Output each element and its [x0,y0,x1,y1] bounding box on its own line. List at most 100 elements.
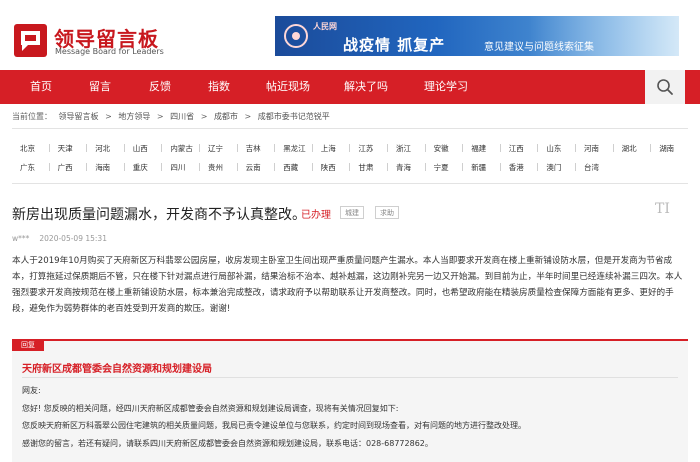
region-link[interactable]: 江西 [509,143,524,154]
breadcrumb-item[interactable]: 四川省 [170,112,194,121]
region-link[interactable]: 上海 [321,143,336,154]
region-separator [650,144,652,152]
region-link[interactable]: 甘肃 [358,162,373,173]
region-link[interactable]: 内蒙古 [170,143,193,154]
region-link[interactable]: 宁夏 [434,162,449,173]
site-logo[interactable]: 领导留言板 Message Board for Leaders [14,22,184,58]
reply-organization: 天府新区成都管委会自然资源和规划建设局 [22,364,212,375]
nav-item-feedback[interactable]: 反馈 [149,70,171,104]
reply-text-line: 感谢您的留言，若还有疑问，请联系四川天府新区成都管委会自然资源和规划建设局，联系… [22,439,433,448]
nav-item-home[interactable]: 首页 [30,70,52,104]
breadcrumb-separator: > [200,112,208,121]
region-separator [123,144,125,152]
banner-slogan: 战疫情 抓复产 [343,36,446,54]
font-size-toggle[interactable]: TI [655,201,670,217]
campaign-banner[interactable]: 人民网 战疫情 抓复产 意见建议与问题线索征集 [275,16,679,56]
region-link[interactable]: 广西 [58,162,73,173]
breadcrumb-item[interactable]: 地方领导 [118,112,150,121]
region-link[interactable]: 贵州 [208,162,223,173]
region-link[interactable]: 台湾 [584,162,599,173]
region-separator [424,144,426,152]
region-separator [48,163,50,171]
region-separator [387,144,388,152]
reply-tab: 回复 [12,339,44,351]
region-separator [462,163,464,171]
region-link[interactable]: 广东 [20,162,35,173]
region-link[interactable]: 河南 [584,143,599,154]
search-icon [657,79,673,95]
region-separator [86,144,88,152]
region-separator [161,144,163,152]
status-badge: 已办理 [301,210,331,221]
region-link[interactable]: 山东 [546,143,561,154]
region-link[interactable]: 湖南 [659,143,674,154]
region-link[interactable]: 天津 [58,143,73,154]
page: 领导留言板 Message Board for Leaders 人民网 战疫情 … [0,0,700,462]
region-link[interactable]: 山西 [133,143,148,154]
region-separator [274,144,276,152]
region-link[interactable]: 云南 [246,162,261,173]
region-separator [236,163,238,171]
nav-item-resolved[interactable]: 解决了吗 [344,70,388,104]
region-link[interactable]: 香港 [509,162,524,173]
divider [12,183,688,184]
region-link[interactable]: 福建 [471,143,486,154]
region-link[interactable]: 西藏 [283,162,298,173]
region-link[interactable]: 青海 [396,162,411,173]
region-link[interactable]: 陕西 [321,162,336,173]
breadcrumb-separator: > [156,112,164,121]
region-link[interactable]: 安徽 [434,143,449,154]
banner-subtitle: 意见建议与问题线索征集 [484,42,594,53]
region-link[interactable]: 江苏 [358,143,373,154]
region-separator [311,163,313,171]
region-link[interactable]: 湖北 [622,143,637,154]
region-separator [387,163,388,171]
site-subtitle: Message Board for Leaders [55,47,164,56]
region-link[interactable]: 黑龙江 [283,143,306,154]
region-link[interactable]: 辽宁 [208,143,223,154]
reply-text-line: 您好! 您反映的相关问题，经四川天府新区成都管委会自然资源和规划建设局调查，现将… [22,404,399,413]
region-link[interactable]: 河北 [95,143,110,154]
nav-item-index[interactable]: 指数 [208,70,230,104]
nav-item-messages[interactable]: 留言 [89,70,111,104]
banner-emblem-icon [284,24,308,48]
region-separator [462,144,464,152]
region-separator [349,163,351,171]
region-link[interactable]: 浙江 [396,143,411,154]
nav-item-theory[interactable]: 理论学习 [424,70,468,104]
region-separator [424,163,426,171]
breadcrumb: 当前位置： 领导留言板 > 地方领导 > 四川省 > 成都市 > 成都市委书记范… [12,111,334,122]
region-separator [537,163,539,171]
breadcrumb-item[interactable]: 成都市委书记范锐平 [258,112,330,121]
region-separator [161,163,163,171]
region-link[interactable]: 海南 [95,162,110,173]
reply-greeting: 网友: [22,386,41,395]
region-link[interactable]: 新疆 [471,162,486,173]
region-link[interactable]: 四川 [170,162,185,173]
region-link[interactable]: 吉林 [246,143,261,154]
main-nav: 首页 留言 反馈 指数 帖近现场 解决了吗 理论学习 [0,70,700,104]
region-separator [575,163,576,171]
divider [22,377,678,378]
site-header: 领导留言板 Message Board for Leaders 人民网 战疫情 … [0,0,700,70]
post-tag-type[interactable]: 求助 [375,206,399,219]
breadcrumb-item[interactable]: 领导留言板 [59,112,99,121]
region-separator [199,144,200,152]
region-separator [236,144,238,152]
region-separator [86,163,88,171]
post-title: 新房出现质量问题漏水，开发商不予认真整改。 [12,207,306,223]
nav-item-onsite[interactable]: 帖近现场 [266,70,310,104]
breadcrumb-item[interactable]: 成都市 [214,112,238,121]
region-link[interactable]: 澳门 [546,162,561,173]
reply-text-line: 您反映天府新区万科翡翠公园住宅建筑的相关质量问题，我局已责令建设单位与您联系，约… [22,421,526,430]
region-link[interactable]: 北京 [20,143,35,154]
region-link[interactable]: 重庆 [133,162,148,173]
breadcrumb-separator: > [244,112,252,121]
region-separator [537,144,539,152]
post-body: 本人于2019年10月购买了天府新区万科翡翠公园房屋，收房发现主卧室卫生间出现严… [12,256,683,314]
banner-brand: 人民网 [313,22,337,31]
search-button[interactable] [645,70,685,104]
breadcrumb-separator: > [105,112,112,121]
post-tag-category[interactable]: 城建 [340,206,364,219]
region-separator [612,144,614,152]
